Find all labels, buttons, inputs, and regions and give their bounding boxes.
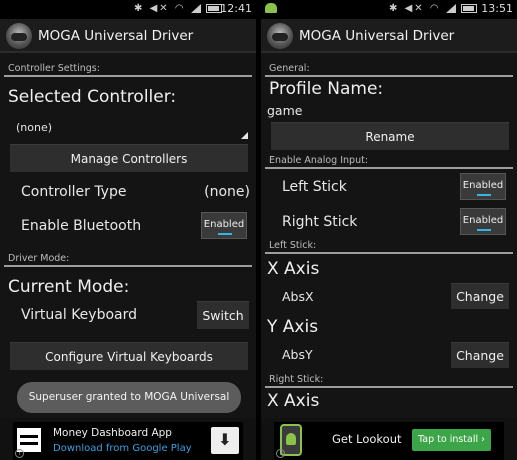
section-divider (265, 75, 513, 77)
dropdown-arrow-icon (241, 132, 248, 139)
section-divider (265, 252, 513, 254)
profile-name-value: game (267, 103, 303, 118)
bluetooth-icon: ✱ (134, 3, 145, 14)
battery-icon (460, 3, 477, 13)
profile-content[interactable]: General: Profile Name: game Rename Enabl… (261, 55, 517, 418)
controller-type-label: Controller Type (21, 184, 127, 200)
enable-analog-input-header: Enable Analog Input: (269, 155, 369, 166)
left-stick-y-axis-value: AbsY (282, 347, 313, 362)
wifi-icon: ◠ (429, 3, 441, 14)
moga-app-icon[interactable] (6, 23, 32, 49)
right-screen: ✱ ◀✕ ◠ 13:51 MOGA Universal Driver Gener… (261, 0, 517, 460)
status-bar: ✱ ◀✕ ◠ 13:51 (261, 0, 517, 19)
ad-banner[interactable]: Money Dashboard App Download from Google… (0, 418, 256, 460)
left-stick-x-change-button[interactable]: Change (451, 283, 509, 309)
app-title: MOGA Universal Driver (38, 28, 194, 44)
signal-icon (445, 3, 456, 13)
current-mode-label: Current Mode: (8, 277, 130, 297)
ad-info-icon[interactable]: i (15, 449, 24, 458)
left-stick-x-axis-value: AbsX (282, 289, 314, 304)
manage-controllers-button[interactable]: Manage Controllers (10, 144, 248, 172)
android-icon (265, 3, 277, 13)
section-divider (265, 386, 513, 388)
profile-name-label: Profile Name: (269, 79, 384, 99)
current-mode-value: Virtual Keyboard (21, 307, 138, 323)
ad-container[interactable]: Get Lookout Tap to install › i (274, 422, 504, 460)
action-bar: MOGA Universal Driver (0, 19, 256, 53)
ad-subtitle: Download from Google Play (53, 443, 192, 454)
switch-mode-button[interactable]: Switch (197, 301, 249, 329)
bluetooth-icon: ✱ (389, 3, 400, 14)
selected-controller-value: (none) (16, 121, 53, 134)
left-stick-label: Left Stick (282, 179, 347, 195)
left-screen: ✱ ◀✕ ◠ 12:41 MOGA Universal Driver Contr… (0, 0, 256, 460)
signal-icon (190, 3, 201, 13)
rename-button[interactable]: Rename (271, 122, 509, 150)
mute-icon: ◀✕ (404, 3, 425, 14)
mute-icon: ◀✕ (149, 3, 170, 14)
settings-content[interactable]: Controller Settings: Selected Controller… (0, 55, 256, 418)
general-header: General: (269, 63, 310, 74)
selected-controller-label: Selected Controller: (8, 87, 177, 107)
ad-banner[interactable]: Get Lookout Tap to install › i (261, 418, 517, 460)
right-stick-x-axis-label: X Axis (267, 391, 320, 411)
driver-mode-header: Driver Mode: (8, 253, 70, 264)
right-stick-header: Right Stick: (269, 374, 324, 385)
ad-info-icon[interactable]: i (276, 449, 285, 458)
section-divider (265, 167, 513, 169)
selected-controller-dropdown[interactable]: (none) (8, 117, 252, 141)
status-time: 13:51 (481, 2, 513, 15)
status-time: 12:41 (220, 2, 252, 15)
status-icons: ✱ ◀✕ ◠ (134, 3, 222, 14)
download-arrow-icon[interactable]: ⬇ (211, 427, 239, 454)
enable-bluetooth-label: Enable Bluetooth (21, 218, 142, 234)
status-bar: ✱ ◀✕ ◠ 12:41 (0, 0, 256, 19)
left-stick-y-axis-label: Y Axis (267, 317, 319, 337)
section-divider (4, 75, 252, 77)
app-title: MOGA Universal Driver (299, 28, 455, 44)
controller-type-value: (none) (204, 184, 250, 200)
configure-virtual-keyboards-button[interactable]: Configure Virtual Keyboards (10, 342, 248, 370)
moga-app-icon[interactable] (267, 23, 293, 49)
superuser-toast: Superuser granted to MOGA Universal Driv… (17, 382, 241, 434)
left-stick-y-change-button[interactable]: Change (451, 342, 509, 368)
left-stick-toggle[interactable]: Enabled (460, 173, 506, 200)
section-divider (4, 265, 252, 267)
left-stick-x-axis-label: X Axis (267, 259, 320, 279)
right-stick-label: Right Stick (282, 214, 358, 230)
left-stick-header: Left Stick: (269, 240, 317, 251)
controller-settings-header: Controller Settings: (8, 63, 100, 74)
ad-title: Get Lookout (332, 432, 402, 446)
wifi-icon: ◠ (174, 3, 186, 14)
ad-title: Money Dashboard App (53, 427, 172, 439)
ad-container[interactable]: Money Dashboard App Download from Google… (13, 422, 243, 460)
tap-to-install-button[interactable]: Tap to install › (412, 429, 491, 451)
bluetooth-toggle[interactable]: Enabled (201, 212, 247, 239)
right-stick-toggle[interactable]: Enabled (460, 208, 506, 235)
status-icons: ✱ ◀✕ ◠ (389, 3, 477, 14)
action-bar: MOGA Universal Driver (261, 19, 517, 53)
